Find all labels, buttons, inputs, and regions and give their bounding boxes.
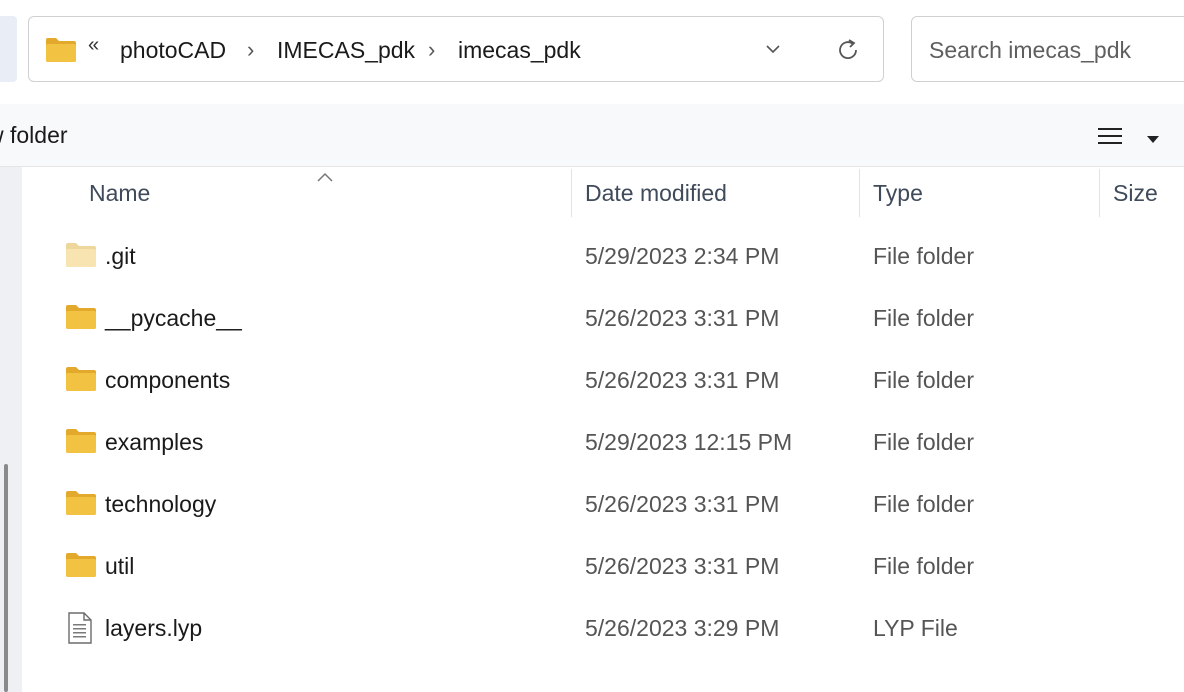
file-name: __pycache__: [105, 305, 242, 331]
file-type: File folder: [873, 243, 974, 269]
file-name: components: [105, 367, 231, 393]
file-type: File folder: [873, 491, 974, 517]
breadcrumb-photocad[interactable]: photoCAD: [120, 37, 226, 64]
view-menu-icon[interactable]: [1097, 125, 1123, 152]
column-size[interactable]: Size: [1113, 180, 1158, 207]
file-row[interactable]: components 5/26/2023 3:31 PM File folder: [22, 351, 1184, 413]
search-input[interactable]: Search imecas_pdk: [911, 16, 1184, 82]
file-type: File folder: [873, 305, 974, 331]
file-type: File folder: [873, 553, 974, 579]
file-name: .git: [105, 243, 136, 269]
file-name: layers.lyp: [105, 615, 203, 641]
file-row[interactable]: util 5/26/2023 3:31 PM File folder: [22, 537, 1184, 599]
folder-icon: [45, 37, 77, 68]
file-type: File folder: [873, 367, 974, 393]
column-divider[interactable]: [571, 169, 572, 217]
column-header: Name Date modified Type Size: [22, 167, 1184, 221]
chevron-down-icon[interactable]: [763, 39, 783, 64]
file-date: 5/26/2023 3:31 PM: [585, 367, 780, 393]
file-name: examples: [105, 429, 204, 455]
search-placeholder: Search imecas_pdk: [929, 37, 1131, 63]
breadcrumb-separator[interactable]: ›: [247, 37, 254, 63]
file-icon: [67, 612, 93, 649]
file-date: 5/26/2023 3:31 PM: [585, 305, 780, 331]
file-name: util: [105, 553, 135, 579]
back-button-edge[interactable]: [0, 16, 17, 82]
column-type[interactable]: Type: [873, 180, 923, 207]
breadcrumb-overflow[interactable]: «: [88, 34, 99, 57]
file-row[interactable]: layers.lyp 5/26/2023 3:29 PM LYP File: [22, 599, 1184, 661]
folder-icon: [65, 366, 97, 397]
file-type: File folder: [873, 429, 974, 455]
command-bar: w folder: [0, 104, 1184, 167]
file-date: 5/29/2023 2:34 PM: [585, 243, 780, 269]
folder-hidden-icon: [65, 242, 97, 273]
folder-icon: [65, 552, 97, 583]
file-date: 5/26/2023 3:31 PM: [585, 553, 780, 579]
folder-icon: [65, 490, 97, 521]
top-bar: « photoCAD › IMECAS_pdk › imecas_pdk Sea…: [0, 0, 1184, 104]
file-name: technology: [105, 491, 217, 517]
file-row[interactable]: .git 5/29/2023 2:34 PM File folder: [22, 227, 1184, 289]
file-date: 5/26/2023 3:31 PM: [585, 491, 780, 517]
sort-up-icon: [316, 170, 334, 188]
breadcrumb-current[interactable]: imecas_pdk: [458, 37, 581, 64]
column-divider[interactable]: [859, 169, 860, 217]
file-row[interactable]: technology 5/26/2023 3:31 PM File folder: [22, 475, 1184, 537]
new-folder-button[interactable]: w folder: [0, 122, 68, 149]
caret-down-icon[interactable]: [1146, 132, 1160, 150]
refresh-icon[interactable]: [835, 37, 861, 68]
folder-icon: [65, 304, 97, 335]
breadcrumb-imecas-pdk[interactable]: IMECAS_pdk: [277, 37, 415, 64]
file-date: 5/29/2023 12:15 PM: [585, 429, 793, 455]
address-bar[interactable]: « photoCAD › IMECAS_pdk › imecas_pdk: [28, 16, 884, 82]
breadcrumb-separator[interactable]: ›: [428, 37, 435, 63]
nav-scrollbar[interactable]: [4, 464, 8, 692]
file-date: 5/26/2023 3:29 PM: [585, 615, 780, 641]
file-row[interactable]: __pycache__ 5/26/2023 3:31 PM File folde…: [22, 289, 1184, 351]
column-date-modified[interactable]: Date modified: [585, 180, 727, 207]
file-row[interactable]: examples 5/29/2023 12:15 PM File folder: [22, 413, 1184, 475]
column-name[interactable]: Name: [89, 180, 150, 207]
column-divider[interactable]: [1099, 169, 1100, 217]
folder-icon: [65, 428, 97, 459]
file-type: LYP File: [873, 615, 958, 641]
